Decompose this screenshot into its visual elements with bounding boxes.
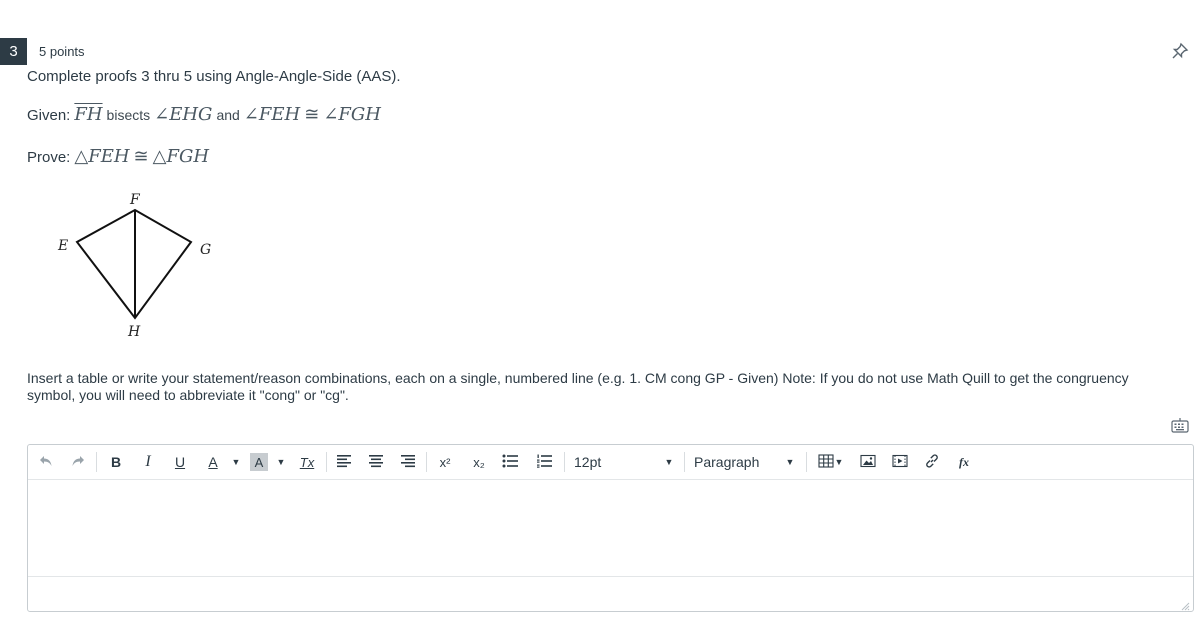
label-e: E — [57, 238, 68, 254]
kite-lines — [75, 208, 193, 320]
kite-diagram: F E G H — [55, 188, 215, 340]
italic-button[interactable]: I — [138, 450, 158, 474]
undo-button[interactable] — [36, 450, 56, 474]
toolbar-separator — [96, 452, 97, 472]
media-button[interactable] — [890, 450, 910, 474]
subscript-button[interactable]: x₂ — [468, 450, 490, 474]
angle-ehg: ∠EHG — [154, 104, 213, 125]
question-number: 3 — [0, 38, 27, 65]
numbered-list-button[interactable] — [534, 450, 554, 474]
toolbar-separator — [564, 452, 565, 472]
redo-icon — [71, 454, 85, 470]
text-color-dropdown-icon[interactable]: ▼ — [231, 450, 241, 474]
equation-button[interactable]: fx — [954, 450, 974, 474]
align-center-button[interactable] — [366, 450, 386, 474]
editor-content-area[interactable] — [28, 480, 1193, 576]
instructions-text: Insert a table or write your statement/r… — [27, 370, 1129, 403]
given-label: Given: — [27, 107, 71, 124]
label-h: H — [127, 324, 141, 338]
editor-status-bar — [28, 576, 1193, 611]
bullet-list-icon — [502, 454, 519, 471]
triangle-fgh: △FGH — [152, 146, 210, 167]
table-dropdown-icon[interactable]: ▼ — [834, 450, 844, 474]
undo-icon — [39, 454, 53, 470]
and-word: and — [216, 107, 240, 123]
align-left-button[interactable] — [334, 450, 354, 474]
triangle-feh: △FEH — [74, 146, 130, 167]
table-icon — [818, 453, 834, 471]
question-points: 5 points — [39, 44, 85, 59]
numbered-list-icon — [536, 454, 553, 471]
align-center-icon — [368, 454, 384, 471]
superscript-button[interactable]: x² — [434, 450, 456, 474]
toolbar-separator — [326, 452, 327, 472]
pin-icon[interactable] — [1170, 41, 1190, 61]
prove-label: Prove: — [27, 149, 71, 166]
given-statement: Given: FH bisects ∠EHG and ∠FEH ≅ ∠FGH — [27, 104, 381, 125]
rich-text-editor: B I U A ▼ A ▼ Tx x² x₂ 12pt ▼ Paragraph … — [27, 444, 1194, 612]
image-icon — [860, 454, 876, 471]
congruent-symbol: ≅ — [304, 104, 320, 125]
keyboard-icon[interactable] — [1171, 417, 1189, 433]
paragraph-value: Paragraph — [694, 454, 760, 470]
bullet-list-button[interactable] — [500, 450, 520, 474]
align-right-icon — [400, 454, 416, 471]
font-size-value: 12pt — [574, 454, 602, 470]
font-size-dropdown-icon[interactable]: ▼ — [664, 450, 674, 474]
bisects-word: bisects — [106, 107, 151, 123]
toolbar-separator — [684, 452, 685, 472]
clear-format-button[interactable]: Tx — [296, 450, 318, 474]
resize-handle-icon[interactable] — [1180, 598, 1190, 611]
align-left-icon — [336, 454, 352, 471]
segment-fh: FH — [74, 104, 103, 125]
link-icon — [924, 453, 940, 472]
redo-button[interactable] — [68, 450, 88, 474]
underline-button[interactable]: U — [170, 450, 190, 474]
angle-feh: ∠FEH — [243, 104, 301, 125]
bold-button[interactable]: B — [106, 450, 126, 474]
editor-toolbar: B I U A ▼ A ▼ Tx x² x₂ 12pt ▼ Paragraph … — [28, 445, 1193, 480]
label-g: G — [200, 242, 211, 258]
question-title: Complete proofs 3 thru 5 using Angle-Ang… — [27, 68, 401, 85]
media-icon — [892, 454, 908, 471]
table-button[interactable] — [816, 450, 836, 474]
link-button[interactable] — [922, 450, 942, 474]
angle-fgh: ∠FGH — [323, 104, 381, 125]
align-right-button[interactable] — [398, 450, 418, 474]
toolbar-separator — [426, 452, 427, 472]
paragraph-dropdown-icon[interactable]: ▼ — [785, 450, 795, 474]
congruent-symbol-2: ≅ — [133, 146, 149, 167]
label-f: F — [129, 192, 141, 208]
image-button[interactable] — [858, 450, 878, 474]
background-color-dropdown-icon[interactable]: ▼ — [276, 450, 286, 474]
background-color-button[interactable]: A — [250, 453, 268, 471]
prove-statement: Prove: △FEH ≅ △FGH — [27, 146, 209, 167]
toolbar-separator — [806, 452, 807, 472]
text-color-button[interactable]: A — [203, 450, 223, 474]
